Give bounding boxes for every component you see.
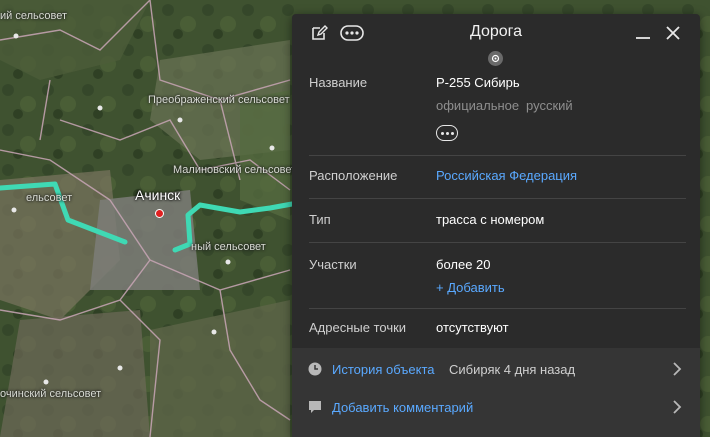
type-value: трасса с номером: [436, 212, 545, 227]
more-names-button[interactable]: [436, 125, 458, 141]
sections-label: Участки: [309, 257, 357, 272]
name-value[interactable]: Р-255 Сибирь: [436, 75, 520, 90]
add-section-link[interactable]: + Добавить: [436, 280, 505, 295]
name-label: Название: [309, 75, 368, 90]
map-label-malinovsky: Малиновский сельсовет: [173, 164, 297, 176]
history-link[interactable]: История объекта: [332, 362, 435, 377]
comment-row[interactable]: Добавить комментарий: [292, 388, 700, 426]
address-points-label: Адресные точки: [309, 320, 407, 335]
map-label-district-1: ий сельсовет: [0, 10, 67, 22]
type-label: Тип: [309, 212, 331, 227]
city-marker[interactable]: [155, 209, 164, 218]
name-lang-russian: русский: [526, 98, 573, 113]
minimize-icon[interactable]: [632, 22, 654, 44]
divider: [309, 308, 686, 309]
close-icon[interactable]: [662, 22, 684, 44]
map-label-district-5: ный сельсовет: [191, 241, 266, 253]
divider: [309, 242, 686, 243]
divider: [309, 155, 686, 156]
address-points-value: отсутствуют: [436, 320, 509, 335]
locate-object-icon[interactable]: [488, 51, 503, 66]
chevron-right-icon: [672, 361, 682, 382]
map-label-district-4: ельсовет: [26, 192, 73, 204]
map-label-district-6: очинский сельсовет: [0, 388, 102, 400]
divider: [309, 198, 686, 199]
panel-footer: История объекта Сибиряк 4 дня назад Доба…: [292, 348, 700, 437]
add-comment-link[interactable]: Добавить комментарий: [332, 400, 473, 415]
history-meta: Сибиряк 4 дня назад: [449, 362, 576, 377]
location-label: Расположение: [309, 168, 398, 183]
sections-value[interactable]: более 20: [436, 257, 491, 272]
map-label-preobrazhensky: Преображенский сельсовет: [148, 94, 290, 106]
panel-header: Дорога: [292, 14, 700, 52]
city-label-achinsk[interactable]: Ачинск: [135, 187, 180, 203]
clock-icon: [308, 362, 322, 381]
comment-icon: [308, 400, 322, 419]
name-lang-official: официальное: [436, 98, 520, 113]
object-panel: Дорога Название Р-255 Сибирь официальное…: [292, 14, 700, 437]
location-link[interactable]: Российская Федерация: [436, 168, 577, 183]
chevron-right-icon: [672, 399, 682, 420]
history-row[interactable]: История объекта Сибиряк 4 дня назад: [292, 350, 700, 388]
